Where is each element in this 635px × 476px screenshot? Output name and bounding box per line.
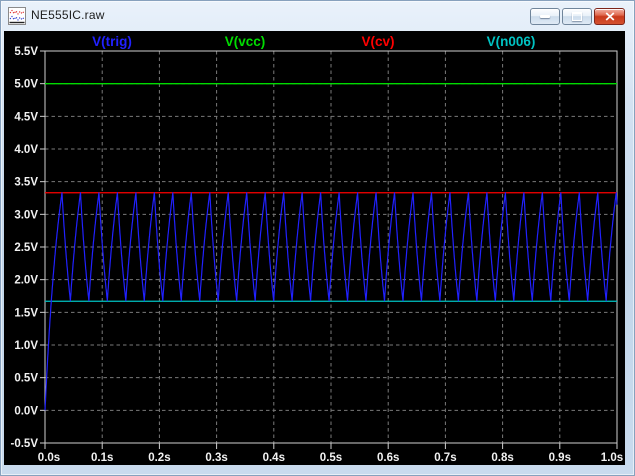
waveform-plot[interactable]: 5.5V 5.0V 4.5V 4.0V 3.5V 3.0V 2.5V 2.0V 1.5V 1.0V… bbox=[4, 31, 625, 465]
x-tick-label: 0.7s bbox=[434, 452, 456, 464]
x-tick-label: 0.1s bbox=[91, 452, 113, 464]
titlebar[interactable]: NE555IC.raw bbox=[0, 0, 635, 31]
legend-label-Vn006[interactable]: V(n006) bbox=[487, 34, 536, 49]
plot-client-area[interactable]: 5.5V 5.0V 4.5V 4.0V 3.5V 3.0V 2.5V 2.0V 1.5V 1.0V… bbox=[4, 31, 625, 465]
minimize-icon bbox=[540, 15, 550, 18]
maximize-button[interactable] bbox=[562, 8, 592, 25]
legend-label-Vvcc[interactable]: V(vcc) bbox=[225, 34, 266, 49]
x-tick-label: 0.2s bbox=[148, 452, 170, 464]
legend-label-Vtrig[interactable]: V(trig) bbox=[92, 34, 132, 49]
x-tick-label: 0.3s bbox=[205, 452, 227, 464]
y-tick-label: 2.5V bbox=[14, 242, 38, 254]
maximize-icon bbox=[572, 12, 582, 21]
close-button[interactable] bbox=[594, 8, 625, 25]
app-icon[interactable] bbox=[8, 7, 26, 25]
y-tick-label: -0.5V bbox=[11, 438, 39, 450]
minimize-button[interactable] bbox=[530, 8, 560, 25]
x-tick-label: 1.0s bbox=[601, 452, 623, 464]
x-tick-label: 0.0s bbox=[38, 452, 60, 464]
legend-label-Vcv[interactable]: V(cv) bbox=[361, 34, 394, 49]
y-tick-label: 5.0V bbox=[14, 79, 38, 91]
y-tick-label: 1.5V bbox=[14, 307, 38, 319]
y-tick-label: 0.0V bbox=[14, 405, 38, 417]
y-tick-label: 0.5V bbox=[14, 373, 38, 385]
x-tick-label: 0.5s bbox=[320, 452, 342, 464]
close-icon bbox=[605, 12, 614, 21]
y-tick-label: 4.0V bbox=[14, 144, 38, 156]
y-tick-label: 3.0V bbox=[14, 209, 38, 221]
window-controls bbox=[530, 8, 625, 25]
window-title: NE555IC.raw bbox=[31, 8, 105, 22]
waveform-viewer-window: NE555IC.raw 5.5V 5.0V 4.5V 4.0V 3.5V 3.0V 2.5V… bbox=[0, 0, 635, 476]
x-tick-label: 0.6s bbox=[377, 452, 399, 464]
x-tick-label: 0.4s bbox=[263, 452, 285, 464]
y-tick-label: 5.5V bbox=[14, 46, 38, 58]
x-tick-label: 0.8s bbox=[491, 452, 513, 464]
y-tick-label: 3.5V bbox=[14, 177, 38, 189]
y-tick-label: 4.5V bbox=[14, 111, 38, 123]
y-tick-label: 1.0V bbox=[14, 340, 38, 352]
x-tick-label: 0.9s bbox=[549, 452, 571, 464]
y-tick-label: 2.0V bbox=[14, 275, 38, 287]
